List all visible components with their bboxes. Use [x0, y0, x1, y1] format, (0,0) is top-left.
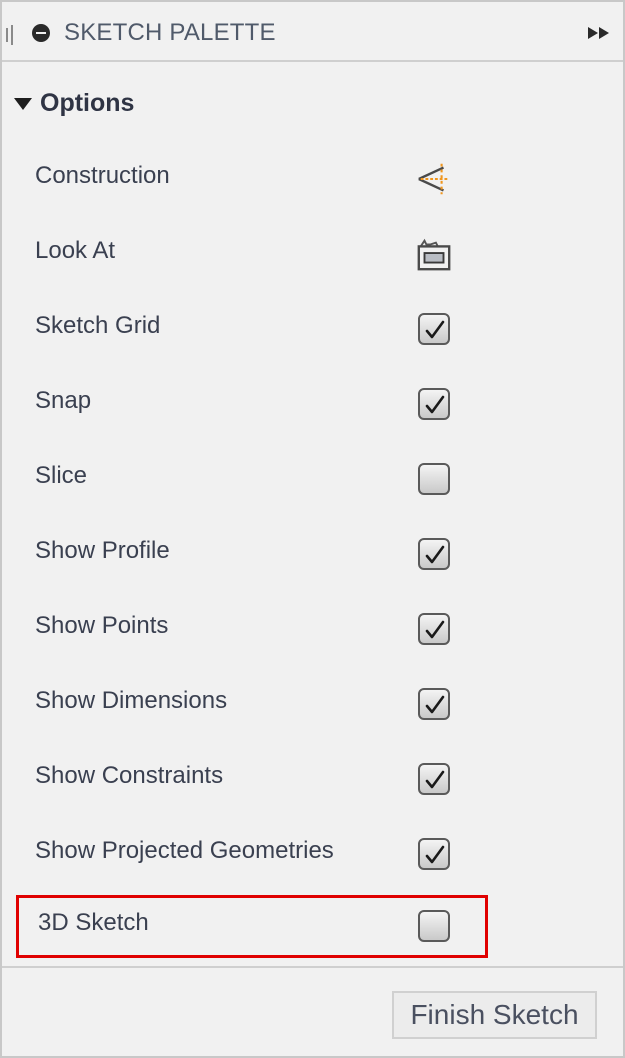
- option-label: Show Projected Geometries: [35, 837, 334, 864]
- show-profile-checkbox-wrapper: [415, 536, 453, 572]
- option-label: Show Dimensions: [35, 687, 228, 714]
- snap-checkbox-wrapper: [415, 386, 453, 422]
- option-row-construction: Construction: [16, 148, 488, 208]
- slice-checkbox-wrapper: [415, 461, 453, 497]
- show-projected-geometries-checkbox[interactable]: [418, 838, 450, 870]
- sketch-grid-checkbox-wrapper: [415, 311, 453, 347]
- option-label: Look At: [35, 237, 116, 264]
- option-row-show-points: Show Points: [16, 598, 488, 658]
- show-points-checkbox[interactable]: [418, 613, 450, 645]
- option-row-3d-sketch: 3D Sketch: [16, 895, 488, 958]
- 3d-sketch-checkbox[interactable]: [418, 910, 450, 942]
- option-label: Sketch Grid: [35, 312, 161, 339]
- option-row-snap: Snap: [16, 373, 488, 433]
- expand-arrows-icon[interactable]: [588, 26, 612, 40]
- expand-triangle-icon: [14, 98, 32, 110]
- option-label: Snap: [35, 387, 92, 414]
- 3d-sketch-checkbox-wrapper: [415, 908, 453, 944]
- option-row-slice: Slice: [16, 448, 488, 508]
- construction-icon[interactable]: [415, 161, 453, 197]
- show-constraints-checkbox-wrapper: [415, 761, 453, 797]
- option-label: 3D Sketch: [38, 909, 149, 936]
- look-at-icon[interactable]: [415, 236, 453, 272]
- option-label: Show Profile: [35, 537, 170, 564]
- palette-title: SKETCH PALETTE: [64, 19, 276, 46]
- option-row-show-dimensions: Show Dimensions: [16, 673, 488, 733]
- option-row-show-constraints: Show Constraints: [16, 748, 488, 808]
- slice-checkbox[interactable]: [418, 463, 450, 495]
- option-label: Construction: [35, 162, 170, 189]
- show-dimensions-checkbox[interactable]: [418, 688, 450, 720]
- show-points-checkbox-wrapper: [415, 611, 453, 647]
- section-title: Options: [40, 88, 135, 117]
- sketch-grid-checkbox[interactable]: [418, 313, 450, 345]
- option-row-look-at: Look At: [16, 223, 488, 283]
- option-label: Show Constraints: [35, 762, 224, 789]
- show-projected-geometries-checkbox-wrapper: [415, 836, 453, 872]
- show-constraints-checkbox[interactable]: [418, 763, 450, 795]
- show-dimensions-checkbox-wrapper: [415, 686, 453, 722]
- option-label: Slice: [35, 462, 88, 489]
- option-row-show-profile: Show Profile: [16, 523, 488, 583]
- footer-divider: [2, 966, 623, 968]
- option-row-show-projected-geometries: Show Projected Geometries: [16, 823, 488, 883]
- show-profile-checkbox[interactable]: [418, 538, 450, 570]
- collapse-palette-icon[interactable]: [32, 24, 50, 42]
- finish-sketch-button[interactable]: Finish Sketch: [392, 991, 597, 1039]
- snap-checkbox[interactable]: [418, 388, 450, 420]
- option-row-sketch-grid: Sketch Grid: [16, 298, 488, 358]
- option-label: Show Points: [35, 612, 169, 639]
- sketch-palette-panel: SKETCH PALETTE Options Construction Look …: [0, 0, 625, 1058]
- drag-handle-icon[interactable]: [6, 22, 14, 45]
- options-section-toggle[interactable]: Options: [14, 86, 134, 120]
- palette-header: SKETCH PALETTE: [2, 2, 623, 62]
